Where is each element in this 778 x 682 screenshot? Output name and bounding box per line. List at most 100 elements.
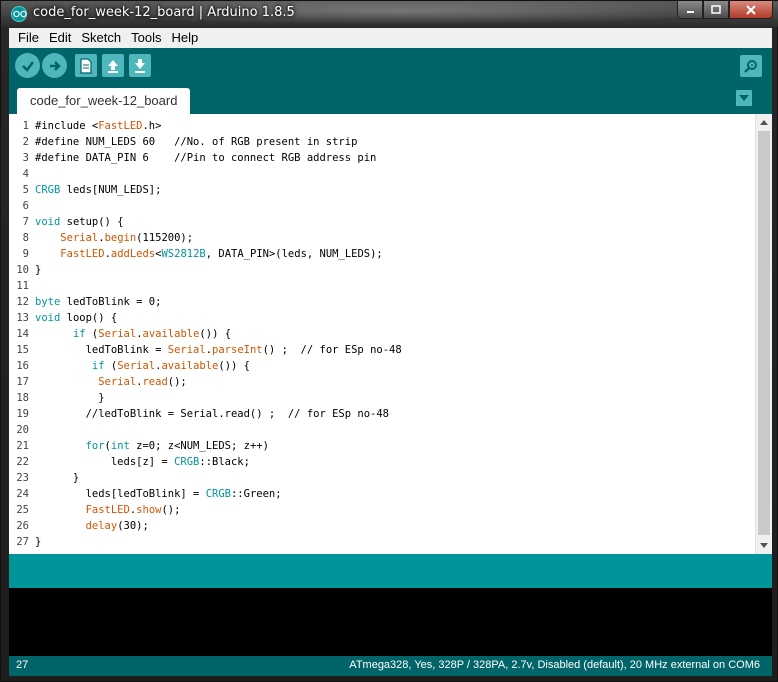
line-number-gutter: 9 <box>22 248 29 260</box>
code-editor[interactable]: 1 #include <FastLED.h> 2 #define NUM_LEDS 6… <box>9 114 772 554</box>
line-number-gutter: 6 <box>22 200 29 212</box>
verify-button[interactable] <box>15 53 40 78</box>
code-text[interactable]: FastLED.addLeds<WS2812B, DATA_PIN>(leds,… <box>35 246 382 262</box>
code-line[interactable]: 18 } <box>9 390 755 406</box>
code-area[interactable]: 1 #include <FastLED.h> 2 #define NUM_LEDS 6… <box>9 118 755 550</box>
title-bar[interactable]: code_for_week-12_board | Arduino 1.8.5 <box>1 1 778 27</box>
code-line[interactable]: 24 leds[ledToBlink] = CRGB::Green; <box>9 486 755 502</box>
scroll-thumb[interactable] <box>758 131 770 535</box>
upload-icon <box>49 60 61 71</box>
line-number-gutter: 16 <box>16 360 29 372</box>
console-output[interactable] <box>9 588 772 656</box>
line-number-gutter: 23 <box>16 472 29 484</box>
arduino-logo-icon <box>11 6 27 22</box>
serial-monitor-icon <box>744 60 757 73</box>
code-line[interactable]: 17 Serial.read(); <box>9 374 755 390</box>
code-line[interactable]: 7 void setup() { <box>9 214 755 230</box>
code-line[interactable]: 15 ledToBlink = Serial.parseInt() ; // f… <box>9 342 755 358</box>
code-line[interactable]: 2 #define NUM_LEDS 60 //No. of RGB presen… <box>9 134 755 150</box>
code-text[interactable]: CRGB leds[NUM_LEDS]; <box>35 182 161 198</box>
code-line[interactable]: 4 <box>9 166 755 182</box>
code-text[interactable]: delay(30); <box>35 518 149 534</box>
save-button[interactable] <box>129 54 151 77</box>
line-number-gutter: 26 <box>16 520 29 532</box>
code-line[interactable]: 26 delay(30); <box>9 518 755 534</box>
window-title: code_for_week-12_board | Arduino 1.8.5 <box>33 5 295 20</box>
line-number-gutter: 24 <box>16 488 29 500</box>
toolbar <box>9 48 772 84</box>
code-text[interactable]: Serial.read(); <box>35 374 187 390</box>
code-line[interactable]: 13 void loop() { <box>9 310 755 326</box>
vertical-scrollbar[interactable] <box>755 114 772 554</box>
minimize-icon <box>686 11 694 13</box>
code-text[interactable]: void setup() { <box>35 214 124 230</box>
tab-menu-button[interactable] <box>736 90 752 106</box>
code-text[interactable]: FastLED.show(); <box>35 502 181 518</box>
code-line[interactable]: 12 byte ledToBlink = 0; <box>9 294 755 310</box>
code-text[interactable]: } <box>35 534 41 550</box>
close-button[interactable] <box>729 1 773 19</box>
menu-edit[interactable]: Edit <box>44 28 76 48</box>
minimize-button[interactable] <box>677 1 703 19</box>
line-number-gutter: 1 <box>22 120 29 132</box>
menu-help[interactable]: Help <box>166 28 203 48</box>
code-line[interactable]: 25 FastLED.show(); <box>9 502 755 518</box>
scroll-down-icon[interactable] <box>760 543 768 548</box>
code-line[interactable]: 10} <box>9 262 755 278</box>
code-text[interactable]: Serial.begin(115200); <box>35 230 193 246</box>
line-number-gutter: 2 <box>22 136 29 148</box>
code-text[interactable]: byte ledToBlink = 0; <box>35 294 161 310</box>
code-line[interactable]: 8 Serial.begin(115200); <box>9 230 755 246</box>
scroll-up-icon[interactable] <box>760 120 768 125</box>
code-text[interactable]: if (Serial.available()) { <box>35 326 231 342</box>
code-line[interactable]: 3 #define DATA_PIN 6 //Pin to connect RGB… <box>9 150 755 166</box>
code-text[interactable]: //ledToBlink = Serial.read() ; // for ES… <box>35 406 389 422</box>
upload-button[interactable] <box>42 53 67 78</box>
code-line[interactable]: 9 FastLED.addLeds<WS2812B, DATA_PIN>(led… <box>9 246 755 262</box>
board-info: ATmega328, Yes, 328P / 328PA, 2.7v, Disa… <box>349 659 760 671</box>
code-text[interactable]: if (Serial.available()) { <box>35 358 250 374</box>
code-line[interactable]: 22 leds[z] = CRGB::Black; <box>9 454 755 470</box>
code-text[interactable]: #include <FastLED.h> <box>35 118 161 134</box>
code-text[interactable]: } <box>35 390 104 406</box>
verify-icon <box>21 60 34 72</box>
code-text[interactable]: } <box>35 470 79 486</box>
code-line[interactable]: 6 <box>9 198 755 214</box>
serial-monitor-button[interactable] <box>740 55 762 77</box>
code-text[interactable]: } <box>35 262 41 278</box>
code-text[interactable]: #define DATA_PIN 6 //Pin to connect RGB … <box>35 150 376 166</box>
line-number-gutter: 8 <box>22 232 29 244</box>
app-window: code_for_week-12_board | Arduino 1.8.5 F… <box>0 0 778 682</box>
tab-sketch[interactable]: code_for_week-12_board <box>17 88 191 114</box>
maximize-button[interactable] <box>703 1 729 19</box>
code-text[interactable]: leds[ledToBlink] = CRGB::Green; <box>35 486 282 502</box>
code-line[interactable]: 23 } <box>9 470 755 486</box>
new-button[interactable] <box>75 54 97 77</box>
code-line[interactable]: 5 CRGB leds[NUM_LEDS]; <box>9 182 755 198</box>
line-number-gutter: 21 <box>16 440 29 452</box>
code-line[interactable]: 20 <box>9 422 755 438</box>
code-line[interactable]: 1 #include <FastLED.h> <box>9 118 755 134</box>
code-text[interactable]: for(int z=0; z<NUM_LEDS; z++) <box>35 438 269 454</box>
code-text[interactable]: void loop() { <box>35 310 117 326</box>
code-line[interactable]: 21 for(int z=0; z<NUM_LEDS; z++) <box>9 438 755 454</box>
open-button[interactable] <box>102 54 124 77</box>
maximize-icon <box>711 5 721 14</box>
code-text[interactable]: ledToBlink = Serial.parseInt() ; // for … <box>35 342 402 358</box>
line-number-gutter: 5 <box>22 184 29 196</box>
code-line[interactable]: 19 //ledToBlink = Serial.read() ; // for… <box>9 406 755 422</box>
line-number-gutter: 10 <box>16 264 29 276</box>
line-number-gutter: 17 <box>16 376 29 388</box>
menu-file[interactable]: File <box>13 28 44 48</box>
code-line[interactable]: 14 if (Serial.available()) { <box>9 326 755 342</box>
code-line[interactable]: 11 <box>9 278 755 294</box>
code-line[interactable]: 27} <box>9 534 755 550</box>
code-line[interactable]: 16 if (Serial.available()) { <box>9 358 755 374</box>
close-icon <box>746 4 756 15</box>
menu-tools[interactable]: Tools <box>126 28 166 48</box>
menu-sketch[interactable]: Sketch <box>76 28 126 48</box>
code-text[interactable]: #define NUM_LEDS 60 //No. of RGB present… <box>35 134 357 150</box>
line-number-gutter: 11 <box>16 280 29 292</box>
client-area: File Edit Sketch Tools Help code_for_wee… <box>9 28 772 676</box>
code-text[interactable]: leds[z] = CRGB::Black; <box>35 454 250 470</box>
